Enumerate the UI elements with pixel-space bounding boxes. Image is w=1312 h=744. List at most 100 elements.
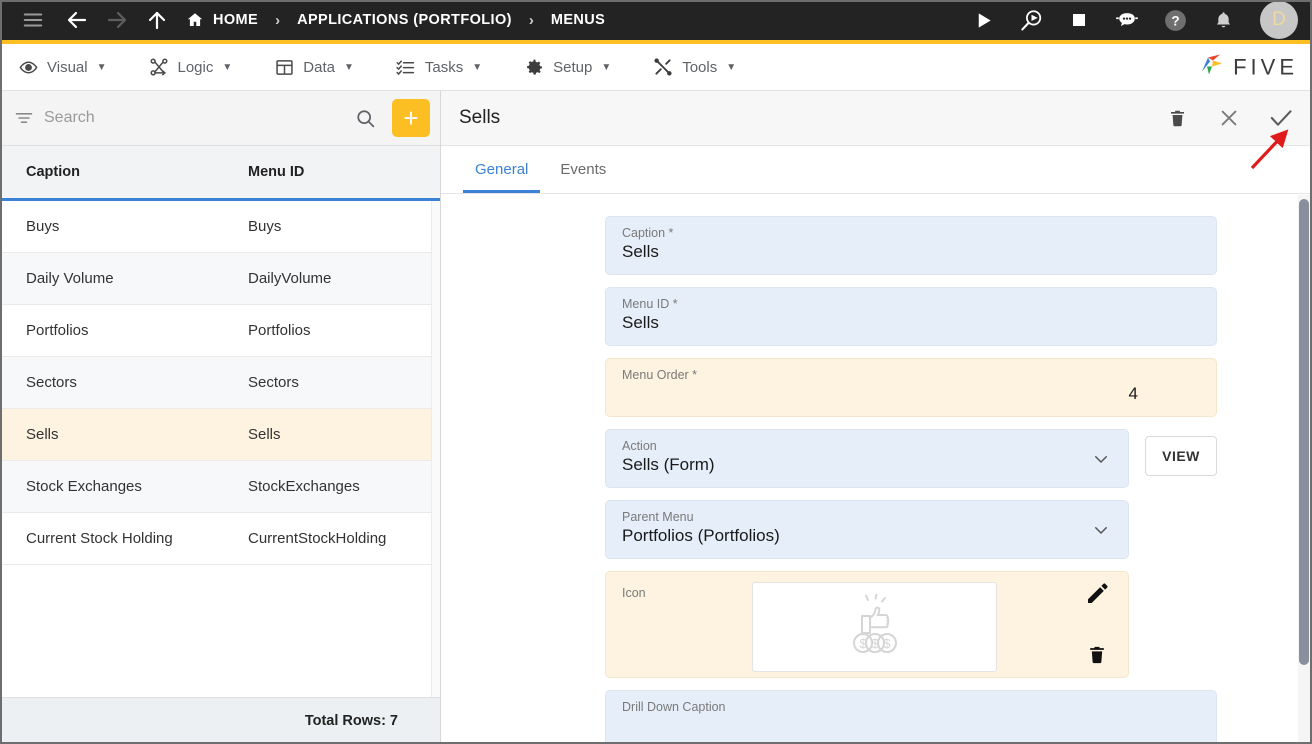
table-row[interactable]: Sectors Sectors (0, 357, 440, 409)
cell-caption: Current Stock Holding (26, 530, 173, 547)
field-action[interactable]: Action Sells (Form) (605, 429, 1129, 488)
breadcrumb-label-home: HOME (213, 12, 259, 28)
breadcrumb-item-applications[interactable]: APPLICATIONS (PORTFOLIO) (297, 12, 512, 28)
list-scrollbar[interactable] (431, 201, 440, 697)
cell-caption: Buys (26, 218, 60, 235)
add-record-button[interactable]: + (392, 99, 430, 137)
field-label-parent-menu: Parent Menu (622, 510, 694, 524)
chevron-down-icon: ▼ (601, 61, 612, 73)
delete-record-button[interactable] (1164, 105, 1190, 131)
list-footer: Total Rows: 7 (0, 697, 440, 744)
total-rows-label: Total Rows: 7 (304, 713, 398, 729)
save-record-button[interactable] (1268, 105, 1294, 131)
breadcrumb: HOME › APPLICATIONS (PORTFOLIO) › MENUS (186, 11, 605, 29)
menu-item-tools[interactable]: Tools ▼ (653, 57, 736, 77)
records-list-panel: + Caption Menu ID Buys Buys Daily Volume… (0, 91, 441, 744)
cell-menu-id: Sells (248, 426, 281, 443)
breadcrumb-item-home[interactable]: HOME (186, 11, 258, 29)
column-header-menu-id[interactable]: Menu ID (222, 164, 440, 180)
cell-caption: Stock Exchanges (26, 478, 142, 495)
detail-form: Caption * Sells Menu ID * Sells Menu Ord… (605, 216, 1217, 744)
top-navigation-bar: HOME › APPLICATIONS (PORTFOLIO) › MENUS (0, 0, 1312, 44)
search-toolbar: + (0, 91, 440, 146)
cell-menu-id: Portfolios (248, 322, 311, 339)
field-parent-menu[interactable]: Parent Menu Portfolios (Portfolios) (605, 500, 1129, 559)
forward-arrow-icon[interactable] (102, 5, 132, 35)
search-icon[interactable] (354, 107, 376, 129)
field-menu-order[interactable]: Menu Order * 4 (605, 358, 1217, 417)
search-input[interactable] (44, 109, 344, 127)
records-list: Buys Buys Daily Volume DailyVolume Portf… (0, 201, 440, 697)
table-row-selected[interactable]: Sells Sells (0, 409, 440, 461)
avatar[interactable]: D (1260, 1, 1298, 39)
chevron-down-icon: ▼ (726, 61, 737, 73)
brand-logo: FIVE (1198, 52, 1298, 83)
main-body: + Caption Menu ID Buys Buys Daily Volume… (0, 91, 1312, 744)
field-label-action: Action (622, 439, 657, 453)
menu-item-tasks[interactable]: Tasks ▼ (396, 57, 482, 77)
svg-text:$: $ (871, 636, 879, 651)
breadcrumb-separator: › (275, 11, 281, 29)
view-action-button[interactable]: VIEW (1145, 436, 1217, 476)
table-row[interactable]: Portfolios Portfolios (0, 305, 440, 357)
menu-label-visual: Visual (47, 58, 88, 76)
breadcrumb-item-menus[interactable]: MENUS (551, 12, 605, 28)
stop-square-icon[interactable] (1064, 5, 1094, 35)
field-caption[interactable]: Caption * Sells (605, 216, 1217, 275)
chevron-down-icon: ▼ (472, 61, 483, 73)
field-menu-id[interactable]: Menu ID * Sells (605, 287, 1217, 346)
menu-label-logic: Logic (177, 58, 214, 76)
field-icon[interactable]: Icon $ $ $ (605, 571, 1129, 678)
menu-item-data[interactable]: Data ▼ (274, 57, 354, 77)
topbar-action-icons: ? D (968, 1, 1298, 39)
table-row[interactable]: Buys Buys (0, 201, 440, 253)
detail-panel: Sells General Events Caption * Sells Men… (441, 91, 1312, 744)
debug-magnifier-play-icon[interactable] (1016, 5, 1046, 35)
close-panel-button[interactable] (1216, 105, 1242, 131)
up-arrow-icon[interactable] (142, 5, 172, 35)
menu-label-tasks: Tasks (424, 58, 464, 76)
run-play-icon[interactable] (968, 5, 998, 35)
breadcrumb-separator-2: › (528, 11, 534, 29)
hamburger-menu-icon[interactable] (18, 5, 48, 35)
field-value-parent-menu: Portfolios (Portfolios) (622, 526, 780, 545)
field-value-menu-order: 4 (1128, 384, 1138, 403)
tab-general[interactable]: General (459, 146, 544, 193)
help-question-icon[interactable]: ? (1160, 5, 1190, 35)
detail-tabs: General Events (441, 146, 1312, 194)
cell-menu-id: StockExchanges (248, 478, 360, 495)
delete-icon-button[interactable] (1083, 641, 1111, 669)
back-arrow-icon[interactable] (62, 5, 92, 35)
menu-item-setup[interactable]: Setup ▼ (524, 57, 611, 77)
detail-form-scroll-area: Caption * Sells Menu ID * Sells Menu Ord… (441, 194, 1312, 744)
field-drill-down-caption[interactable]: Drill Down Caption (605, 690, 1217, 744)
table-row[interactable]: Stock Exchanges StockExchanges (0, 461, 440, 513)
assistant-robot-icon[interactable] (1112, 5, 1142, 35)
table-row[interactable]: Current Stock Holding CurrentStockHoldin… (0, 513, 440, 565)
menu-label-data: Data (303, 58, 335, 76)
svg-text:$: $ (859, 636, 867, 651)
cell-caption: Portfolios (26, 322, 89, 339)
brand-name: FIVE (1233, 54, 1298, 79)
menu-item-logic[interactable]: Logic ▼ (149, 57, 232, 77)
column-header-caption[interactable]: Caption (0, 164, 222, 180)
notification-bell-icon[interactable] (1208, 5, 1238, 35)
filter-icon[interactable] (14, 108, 34, 128)
detail-scrollbar-thumb[interactable] (1299, 199, 1309, 665)
table-row[interactable]: Daily Volume DailyVolume (0, 253, 440, 305)
logic-nodes-icon (149, 57, 169, 77)
list-column-headers: Caption Menu ID (0, 146, 440, 201)
field-label-caption: Caption * (622, 226, 674, 240)
detail-panel-header: Sells (441, 91, 1312, 146)
menu-item-visual[interactable]: Visual ▼ (18, 57, 107, 77)
icon-field-actions (1076, 580, 1118, 669)
cell-menu-id: Sectors (248, 374, 299, 391)
breadcrumb-label-menus: MENUS (550, 12, 606, 28)
thumbs-up-dollars-icon: $ $ $ (837, 593, 913, 661)
chevron-down-icon[interactable] (1092, 521, 1110, 539)
edit-icon-button[interactable] (1083, 580, 1111, 608)
tab-events[interactable]: Events (544, 146, 622, 193)
menu-label-setup: Setup (553, 58, 593, 76)
field-value-drill-down-caption (622, 716, 1200, 738)
chevron-down-icon[interactable] (1092, 450, 1110, 468)
